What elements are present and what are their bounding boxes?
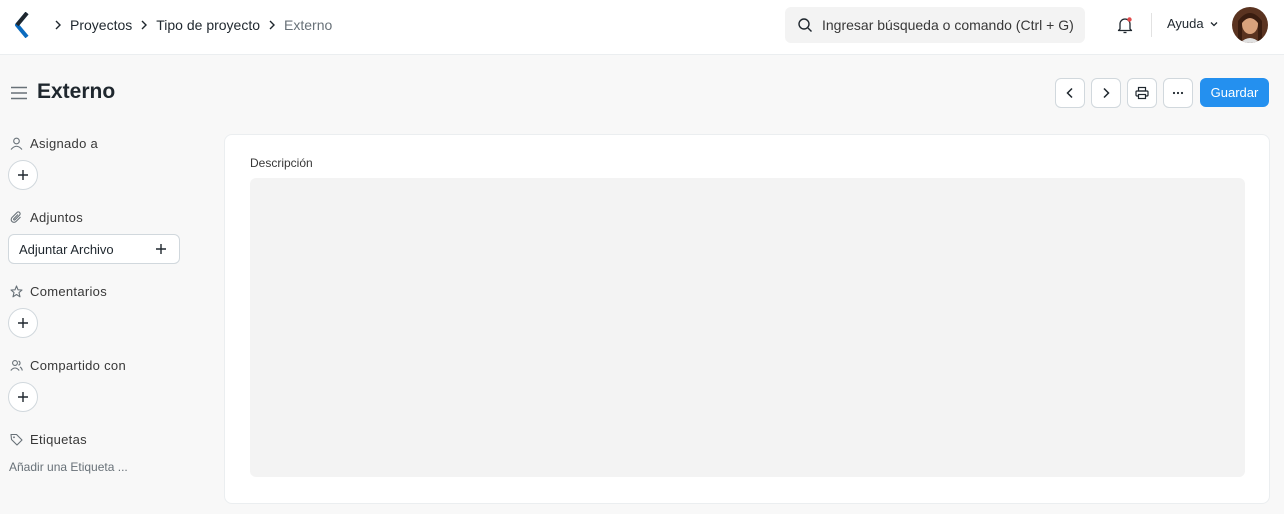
description-field[interactable] (250, 178, 1245, 477)
tags-label: Etiquetas (30, 432, 87, 447)
shared-with-section: Compartido con (10, 358, 126, 373)
navbar: Proyectos Tipo de proyecto Externo Ingre… (0, 0, 1284, 55)
next-button[interactable] (1091, 78, 1121, 108)
chevron-right-icon (1103, 87, 1110, 99)
plus-icon (18, 392, 28, 402)
more-actions-button[interactable] (1163, 78, 1193, 108)
tags-section: Etiquetas (10, 432, 87, 447)
save-button[interactable]: Guardar (1200, 78, 1269, 107)
chevron-right-icon (141, 20, 148, 30)
user-icon (10, 137, 23, 150)
previous-button[interactable] (1055, 78, 1085, 108)
chevron-right-icon (269, 20, 276, 30)
form-card: Descripción (224, 134, 1270, 504)
attach-file-button[interactable]: Adjuntar Archivo (8, 234, 180, 264)
chevron-down-icon (1210, 21, 1218, 26)
tag-icon (10, 433, 23, 446)
plus-icon (18, 170, 28, 180)
shared-with-label: Compartido con (30, 358, 126, 373)
search-placeholder: Ingresar búsqueda o comando (Ctrl + G) (822, 17, 1074, 33)
avatar[interactable] (1232, 7, 1268, 43)
users-icon (10, 360, 23, 371)
more-icon (1172, 91, 1184, 95)
breadcrumb-projects[interactable]: Proyectos (70, 17, 132, 33)
logo-icon[interactable] (14, 12, 30, 38)
plus-icon (18, 318, 28, 328)
menu-icon[interactable] (10, 84, 28, 102)
breadcrumb-current: Externo (284, 17, 333, 33)
bell-icon[interactable] (1115, 15, 1135, 35)
help-dropdown[interactable]: Ayuda (1167, 16, 1220, 31)
comments-section: Comentarios (10, 284, 107, 299)
star-icon (10, 285, 23, 298)
add-share-button[interactable] (8, 382, 38, 412)
assigned-to-label: Asignado a (30, 136, 99, 151)
description-label: Descripción (250, 156, 313, 170)
chevron-right-icon (55, 20, 61, 30)
add-tag-link[interactable]: Añadir una Etiqueta ... (9, 460, 128, 474)
chevron-left-icon (1066, 87, 1073, 99)
print-button[interactable] (1127, 78, 1157, 108)
paperclip-icon (10, 211, 21, 223)
attachments-section: Adjuntos (10, 210, 83, 225)
comments-label: Comentarios (30, 284, 107, 299)
page-title: Externo (37, 80, 116, 103)
add-assignee-button[interactable] (8, 160, 38, 190)
attach-file-label: Adjuntar Archivo (19, 241, 114, 257)
search-input[interactable]: Ingresar búsqueda o comando (Ctrl + G) (785, 7, 1085, 43)
breadcrumb: Proyectos Tipo de proyecto Externo (46, 0, 332, 50)
add-comment-button[interactable] (8, 308, 38, 338)
search-icon (798, 18, 812, 32)
printer-icon (1135, 86, 1149, 100)
navbar-divider (1151, 13, 1152, 37)
plus-icon (156, 244, 166, 254)
assigned-to-section: Asignado a (10, 136, 98, 151)
breadcrumb-project-type[interactable]: Tipo de proyecto (156, 17, 260, 33)
help-label: Ayuda (1167, 16, 1204, 31)
attachments-label: Adjuntos (30, 210, 83, 225)
